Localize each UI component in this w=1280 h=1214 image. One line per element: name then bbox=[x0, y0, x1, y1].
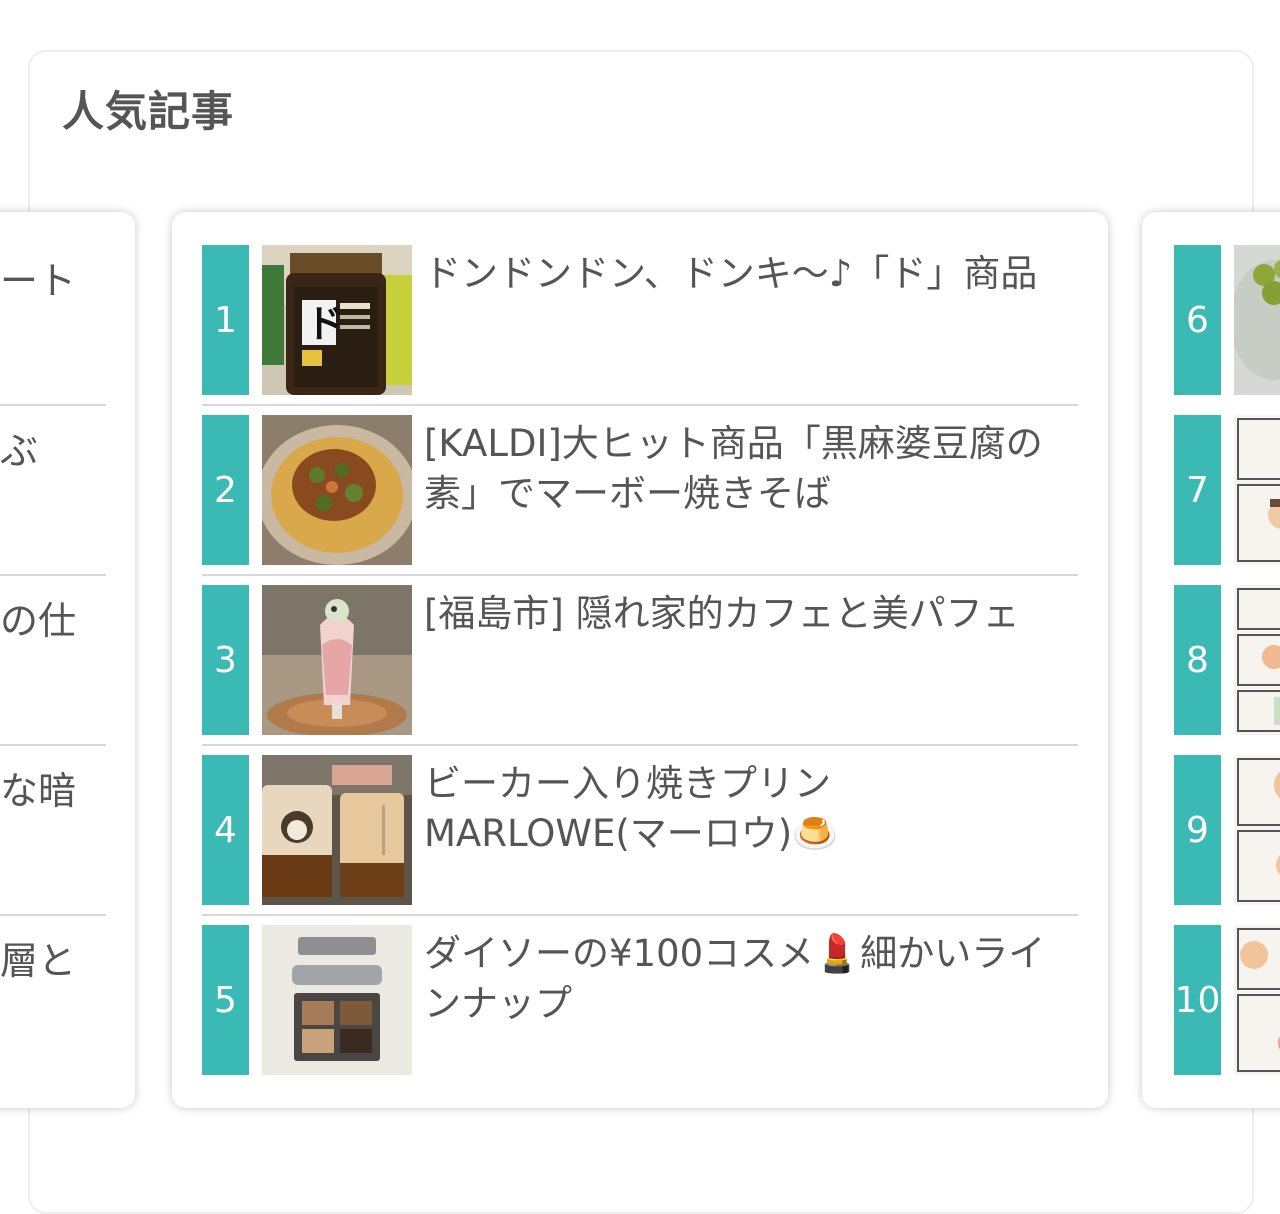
rank-badge: 2 bbox=[202, 415, 249, 565]
divider bbox=[0, 744, 106, 746]
rank-badge: 8 bbox=[1174, 585, 1221, 735]
rank-badge: 7 bbox=[1174, 415, 1221, 565]
thumbnail-grapes[interactable] bbox=[1234, 245, 1280, 395]
thumbnail-noodles[interactable] bbox=[262, 415, 412, 565]
article-title[interactable]: [福島市] 隠れ家的カフェと美パフェ bbox=[424, 589, 1074, 639]
svg-text:ド: ド bbox=[306, 304, 344, 346]
article-title-snippet[interactable]: の仕 bbox=[0, 590, 76, 645]
divider bbox=[202, 914, 1078, 916]
thumbnail-comic[interactable] bbox=[1234, 925, 1280, 1075]
rank-badge: 5 bbox=[202, 925, 249, 1075]
divider bbox=[202, 574, 1078, 576]
thumbnail-pudding[interactable] bbox=[262, 755, 412, 905]
article-title[interactable]: ドンドンドン、ドンキ〜♪「ド」商品 bbox=[424, 249, 1074, 299]
rank-badge: 3 bbox=[202, 585, 249, 735]
divider bbox=[0, 404, 106, 406]
divider bbox=[202, 404, 1078, 406]
divider bbox=[0, 914, 106, 916]
rank-badge: 4 bbox=[202, 755, 249, 905]
ranking-card-current: 1 ド ドンドンドン、ドンキ〜♪「ド」商品 2 [KALDI]大ヒット商品「黒麻… bbox=[172, 212, 1108, 1108]
divider bbox=[202, 744, 1078, 746]
article-title-snippet[interactable]: ート bbox=[0, 250, 76, 305]
thumbnail-comic[interactable] bbox=[1234, 415, 1280, 565]
article-title-snippet[interactable]: 層と bbox=[0, 930, 76, 985]
section-title: 人気記事 bbox=[62, 87, 235, 136]
thumbnail-cosmetics[interactable] bbox=[262, 925, 412, 1075]
divider bbox=[0, 574, 106, 576]
ranking-card-previous[interactable]: ート ぶ の仕 な暗 層と bbox=[0, 212, 135, 1108]
article-title-snippet[interactable]: な暗 bbox=[0, 760, 76, 815]
rank-badge: 6 bbox=[1174, 245, 1221, 395]
article-title[interactable]: ダイソーの¥100コスメ💄細かいラインナップ bbox=[424, 929, 1074, 1029]
article-title[interactable]: [KALDI]大ヒット商品「黒麻婆豆腐の素」でマーボー焼きそば bbox=[424, 419, 1074, 519]
rank-badge: 1 bbox=[202, 245, 249, 395]
rank-badge: 9 bbox=[1174, 755, 1221, 905]
article-title-snippet[interactable]: ぶ bbox=[0, 420, 38, 475]
rank-badge: 10 bbox=[1174, 925, 1221, 1075]
thumbnail-jar[interactable]: ド bbox=[262, 245, 412, 395]
thumbnail-comic[interactable] bbox=[1234, 755, 1280, 905]
ranking-card-next[interactable]: 6 7 8 9 10 bbox=[1142, 212, 1280, 1108]
thumbnail-comic[interactable] bbox=[1234, 585, 1280, 735]
thumbnail-parfait[interactable] bbox=[262, 585, 412, 735]
article-title[interactable]: ビーカー入り焼きプリン MARLOWE(マーロウ)🍮 bbox=[424, 759, 1074, 859]
